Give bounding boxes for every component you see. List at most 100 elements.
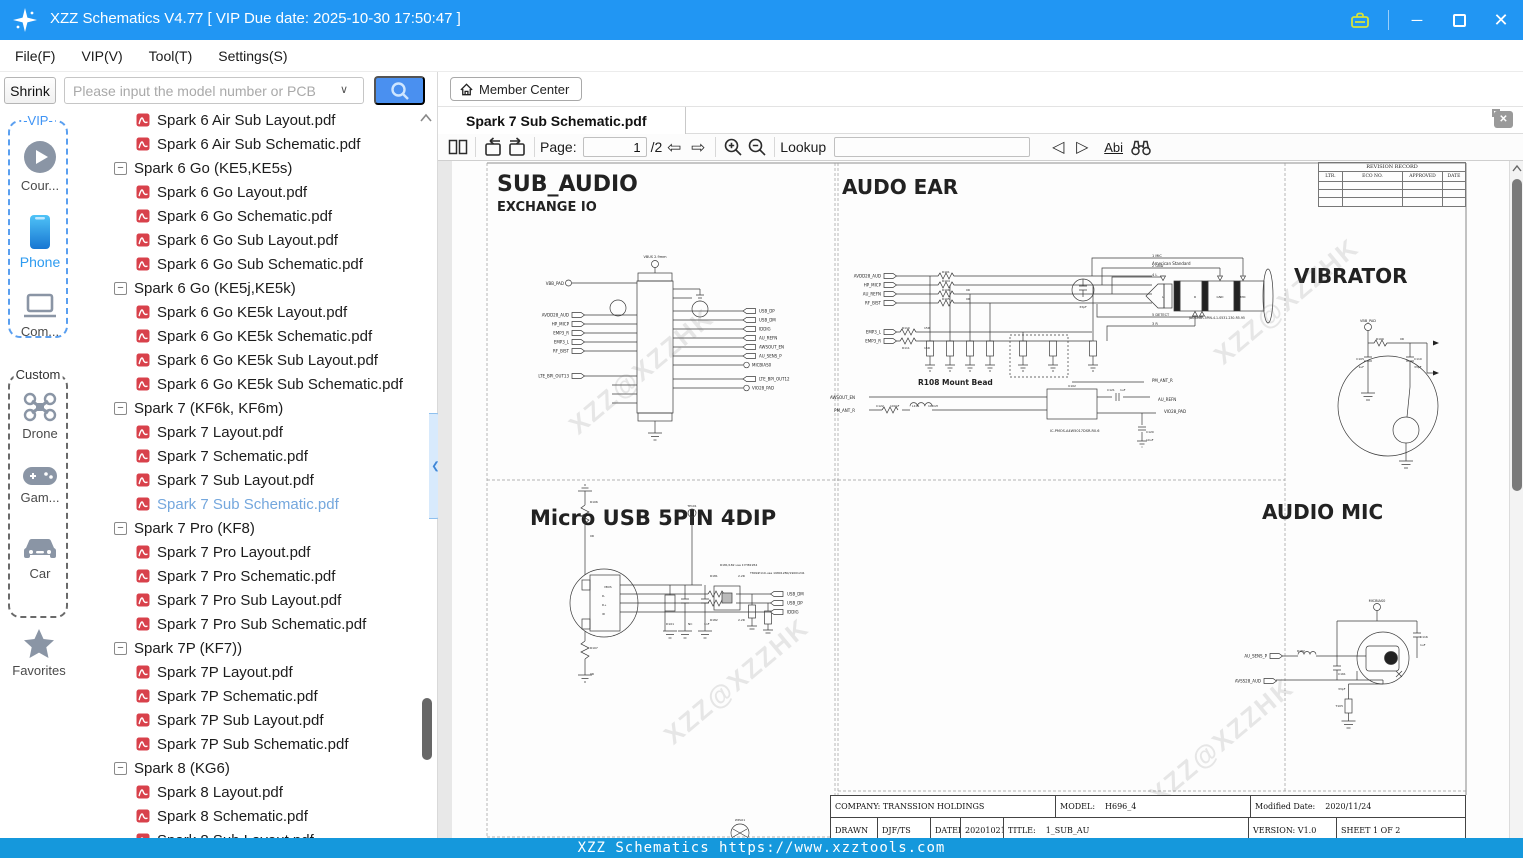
tree-file-row[interactable]: Spark 6 Go Sub Layout.pdf <box>100 228 420 252</box>
tree-file-row[interactable]: Spark 7 Sub Layout.pdf <box>100 468 420 492</box>
sidebar-item-car[interactable]: Car <box>10 536 70 581</box>
net-label: VBUS 2.9mm <box>643 255 667 259</box>
tree-group-row[interactable]: − Spark 6 Go (KE5,KE5s) <box>100 156 420 180</box>
menu-item[interactable]: File(F) <box>2 40 68 72</box>
tree-file-row[interactable]: Spark 6 Air Sub Layout.pdf <box>100 108 420 132</box>
net-label: C116 <box>1420 635 1428 639</box>
net-label: 0R <box>966 288 970 292</box>
find-previous-icon[interactable]: ◁ <box>1046 135 1070 159</box>
tree-file-row[interactable]: Spark 7 Pro Schematic.pdf <box>100 564 420 588</box>
net-label: EMP3_R <box>553 331 569 336</box>
tree-file-row[interactable]: Spark 7 Pro Layout.pdf <box>100 540 420 564</box>
pdf-file-icon <box>136 569 150 583</box>
net-label: MICBIAS0 <box>1369 599 1386 603</box>
zoom-out-icon[interactable] <box>745 135 769 159</box>
search-button[interactable] <box>374 76 425 105</box>
collapse-icon[interactable]: − <box>114 761 127 775</box>
prev-page-icon[interactable]: ⇦ <box>662 135 686 159</box>
pdf-page[interactable]: SUB_AUDIO EXCHANGE IO AUDO EAR VIBRATOR … <box>452 161 1509 838</box>
tree-file-row[interactable]: Spark 8 Schematic.pdf <box>100 804 420 828</box>
collapse-icon[interactable]: − <box>114 401 127 415</box>
binoculars-icon[interactable] <box>1129 135 1153 159</box>
sidebar-item-phone[interactable]: Phone <box>10 214 70 270</box>
net-label: 1uF <box>1420 643 1426 647</box>
net-label: AU_REFN <box>1158 397 1176 402</box>
tree-item-label: Spark 7 Pro Layout.pdf <box>157 543 311 561</box>
net-label: R106 <box>590 500 598 504</box>
net-label: LTE_BPI_OUT12 <box>759 377 790 382</box>
tree-item-label: Spark 6 Go (KE5j,KE5k) <box>134 279 296 297</box>
tree-file-row[interactable]: Spark 7 Pro Sub Schematic.pdf <box>100 612 420 636</box>
net-label: MICBIAS0 <box>752 363 772 368</box>
briefcase-icon[interactable] <box>1346 6 1374 34</box>
document-tab[interactable]: Spark 7 Sub Schematic.pdf <box>438 107 686 134</box>
net-label: T105 <box>1334 704 1343 708</box>
sidebar-item-courses[interactable]: Cour... <box>10 140 70 193</box>
tree-file-row[interactable]: Spark 7P Schematic.pdf <box>100 684 420 708</box>
tree-file-row[interactable]: Spark 6 Air Sub Schematic.pdf <box>100 132 420 156</box>
pdf-scrollbar-thumb[interactable] <box>1512 179 1522 491</box>
collapse-icon[interactable]: − <box>114 521 127 535</box>
lookup-input[interactable] <box>834 137 1031 157</box>
minimize-button[interactable]: ─ <box>1403 6 1431 34</box>
tree-item-label: Spark 6 Air Sub Layout.pdf <box>157 111 336 129</box>
tree-file-row[interactable]: Spark 7P Sub Schematic.pdf <box>100 732 420 756</box>
sidebar-item-drone[interactable]: Drone <box>10 392 70 441</box>
tree-scrollbar-thumb[interactable] <box>422 698 432 760</box>
maximize-button[interactable] <box>1445 6 1473 34</box>
net-label: TP101 <box>686 504 696 508</box>
collapse-icon[interactable]: − <box>114 641 127 655</box>
net-label: U102 <box>1068 384 1076 388</box>
menu-item[interactable]: Settings(S) <box>205 40 300 72</box>
search-input[interactable] <box>64 77 364 104</box>
text-select-tool[interactable]: Abi <box>1104 140 1123 155</box>
net-label: LTE_BPI_OUT13 <box>538 374 569 379</box>
rotate-left-icon[interactable] <box>481 135 505 159</box>
tree-group-row[interactable]: − Spark 7P (KF7)) <box>100 636 420 660</box>
net-label: PM_ANT_R <box>834 408 855 413</box>
tree-group-row[interactable]: − Spark 7 Pro (KF8) <box>100 516 420 540</box>
collapse-icon[interactable]: − <box>114 281 127 295</box>
rotate-right-icon[interactable] <box>505 135 529 159</box>
tree-file-row[interactable]: Spark 8 Layout.pdf <box>100 780 420 804</box>
collapse-icon[interactable]: − <box>114 161 127 175</box>
tree-group-row[interactable]: − Spark 7 (KF6k, KF6m) <box>100 396 420 420</box>
tree-file-row[interactable]: Spark 6 Go Sub Schematic.pdf <box>100 252 420 276</box>
tree-file-row[interactable]: Spark 7P Layout.pdf <box>100 660 420 684</box>
sidebar-item-favorites[interactable]: Favorites <box>4 628 74 678</box>
tree-file-row[interactable]: Spark 6 Go KE5k Sub Schematic.pdf <box>100 372 420 396</box>
pdf-file-icon <box>136 785 150 799</box>
tree-file-row[interactable]: Spark 6 Go KE5k Layout.pdf <box>100 300 420 324</box>
find-next-icon[interactable]: ▷ <box>1070 135 1094 159</box>
tree-group-row[interactable]: − Spark 8 (KG6) <box>100 756 420 780</box>
sidebar-item-computer[interactable]: Com... <box>10 292 70 339</box>
tree-file-row[interactable]: Spark 7 Schematic.pdf <box>100 444 420 468</box>
tree-file-row[interactable]: Spark 7 Sub Schematic.pdf <box>100 492 420 516</box>
pdf-scroll-up-icon[interactable] <box>1512 164 1522 173</box>
pdf-scrollbar[interactable] <box>1509 161 1523 838</box>
tree-file-row[interactable]: Spark 6 Go Schematic.pdf <box>100 204 420 228</box>
menu-item[interactable]: Tool(T) <box>136 40 206 72</box>
net-label: GND <box>1217 295 1225 299</box>
tree-file-row[interactable]: Spark 8 Sub Layout.pdf <box>100 828 420 838</box>
member-center-button[interactable]: Member Center <box>450 77 583 101</box>
tree-file-row[interactable]: Spark 6 Go Layout.pdf <box>100 180 420 204</box>
tree-group-row[interactable]: − Spark 6 Go (KE5j,KE5k) <box>100 276 420 300</box>
next-page-icon[interactable]: ⇨ <box>686 135 710 159</box>
tree-item-label: Spark 6 Air Sub Schematic.pdf <box>157 135 361 153</box>
close-button[interactable]: ✕ <box>1487 6 1515 34</box>
close-tab-icon[interactable]: ✕ <box>1492 109 1513 128</box>
page-number-input[interactable] <box>582 137 647 157</box>
tree-file-row[interactable]: Spark 7 Layout.pdf <box>100 420 420 444</box>
version-cell: VERSION: V1.0 <box>1249 818 1337 838</box>
tree-file-row[interactable]: Spark 6 Go KE5k Sub Layout.pdf <box>100 348 420 372</box>
tree-file-row[interactable]: Spark 6 Go KE5k Schematic.pdf <box>100 324 420 348</box>
two-page-view-icon[interactable] <box>446 135 470 159</box>
revision-title: REVISION RECORD <box>1319 163 1465 172</box>
tree-file-row[interactable]: Spark 7 Pro Sub Layout.pdf <box>100 588 420 612</box>
shrink-button[interactable]: Shrink <box>4 77 56 104</box>
tree-file-row[interactable]: Spark 7P Sub Layout.pdf <box>100 708 420 732</box>
menu-item[interactable]: VIP(V) <box>68 40 135 72</box>
sidebar-item-game[interactable]: Gam... <box>10 466 70 505</box>
zoom-in-icon[interactable] <box>721 135 745 159</box>
